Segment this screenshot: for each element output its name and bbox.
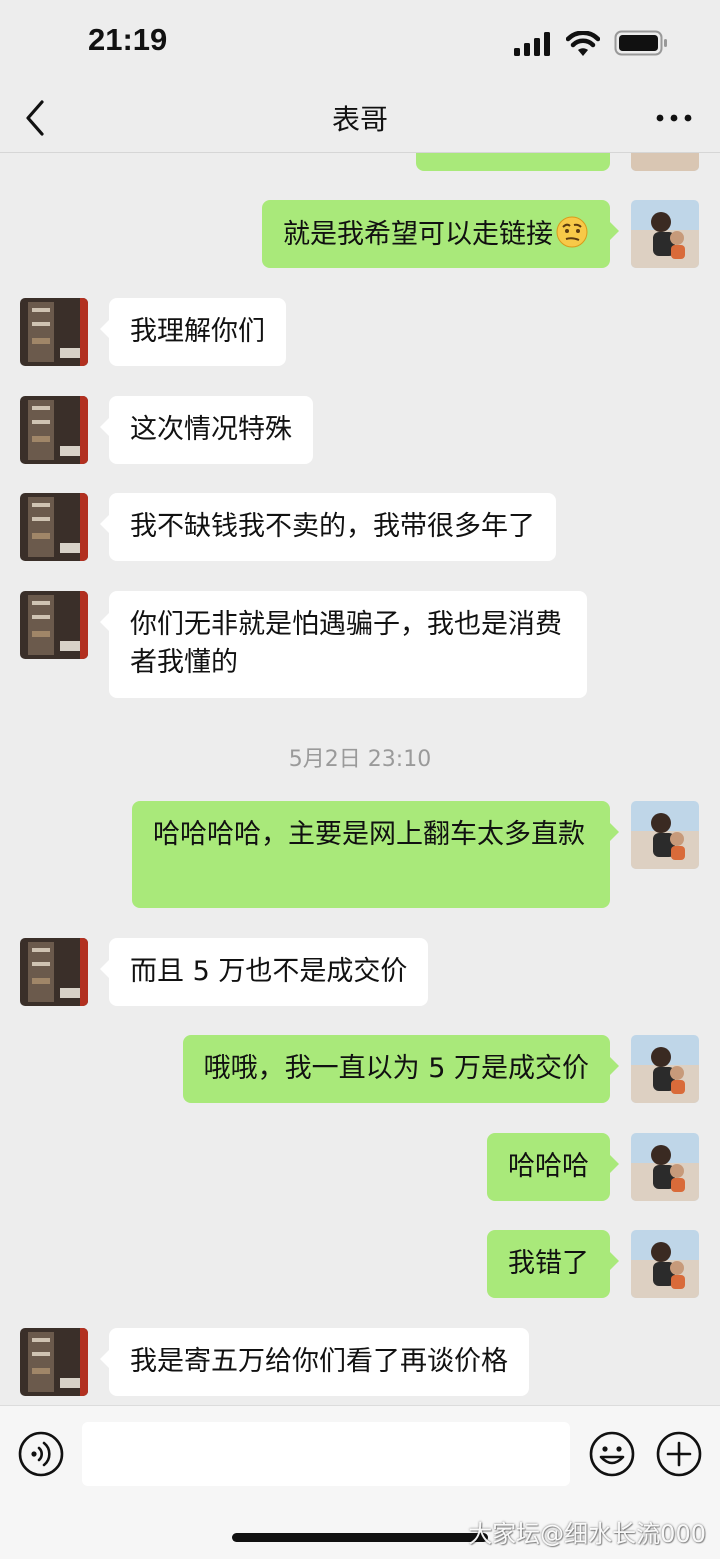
avatar[interactable] [20, 591, 88, 659]
message-input[interactable] [82, 1422, 570, 1486]
status-bar: 21:19 [0, 0, 720, 84]
avatar[interactable] [631, 1133, 699, 1201]
home-indicator [232, 1533, 488, 1542]
watermark: 大家坛@细水长流000 [468, 1520, 706, 1548]
avatar[interactable] [631, 1230, 699, 1298]
chat-header: 表哥 [0, 84, 720, 153]
message-bubble[interactable]: 哈哈哈哈，主要是网上翻车太多直款 [132, 801, 619, 908]
emoji-icon[interactable] [589, 1431, 635, 1477]
message-text: 哈哈哈 [508, 1151, 589, 1182]
wifi-icon [566, 31, 600, 56]
message-text: 而且 5 万也不是成交价 [130, 956, 408, 987]
message-text: 就是我希望可以走链接 [283, 219, 553, 250]
avatar[interactable] [20, 396, 88, 464]
plus-icon[interactable] [656, 1431, 702, 1477]
avatar[interactable] [631, 153, 699, 171]
avatar[interactable] [631, 1035, 699, 1103]
status-icons [514, 30, 668, 56]
message-bubble[interactable]: 就是我希望可以走链接 [262, 200, 619, 268]
message-list[interactable]: 就是我希望可以走链接 我理解你们 这次情况特殊 我不缺钱我不卖的，我带很多年了 [0, 153, 720, 1405]
avatar[interactable] [20, 298, 88, 366]
avatar[interactable] [20, 938, 88, 1006]
message-bubble[interactable] [416, 153, 610, 171]
face-with-raised-eyebrow-emoji-icon [556, 216, 588, 248]
avatar[interactable] [631, 801, 699, 869]
time-divider: 5月2日 23:10 [288, 747, 432, 772]
avatar[interactable] [20, 493, 88, 561]
message-bubble[interactable]: 我理解你们 [100, 298, 286, 366]
message-text: 你们无非就是怕遇骗子，我也是消费者我懂的 [130, 609, 562, 678]
message-text: 我错了 [508, 1248, 589, 1279]
message-text: 我理解你们 [130, 316, 265, 347]
message-text: 我是寄五万给你们看了再谈价格 [130, 1346, 508, 1377]
message-bubble[interactable]: 这次情况特殊 [100, 396, 313, 464]
message-bubble[interactable]: 我是寄五万给你们看了再谈价格 [100, 1328, 529, 1396]
status-time: 21:19 [88, 22, 168, 57]
message-bubble[interactable]: 你们无非就是怕遇骗子，我也是消费者我懂的 [100, 591, 587, 698]
message-text: 这次情况特殊 [130, 414, 292, 445]
message-text: 哦哦，我一直以为 5 万是成交价 [203, 1053, 589, 1084]
chat-title: 表哥 [331, 103, 388, 136]
ellipsis-icon[interactable] [654, 104, 694, 132]
message-bubble[interactable]: 哦哦，我一直以为 5 万是成交价 [182, 1035, 620, 1103]
avatar[interactable] [631, 200, 699, 268]
message-bubble[interactable]: 哈哈哈 [487, 1133, 619, 1201]
message-text: 哈哈哈哈，主要是网上翻车太多直款 [153, 819, 585, 850]
battery-icon [614, 30, 667, 56]
message-bubble[interactable]: 我不缺钱我不卖的，我带很多年了 [100, 493, 556, 561]
signal-icon [514, 32, 550, 56]
message-bubble[interactable]: 我错了 [487, 1230, 619, 1298]
message-text: 我不缺钱我不卖的，我带很多年了 [130, 511, 535, 542]
avatar[interactable] [20, 1328, 88, 1396]
message-bubble[interactable]: 而且 5 万也不是成交价 [99, 938, 429, 1006]
voice-icon[interactable] [18, 1431, 64, 1477]
